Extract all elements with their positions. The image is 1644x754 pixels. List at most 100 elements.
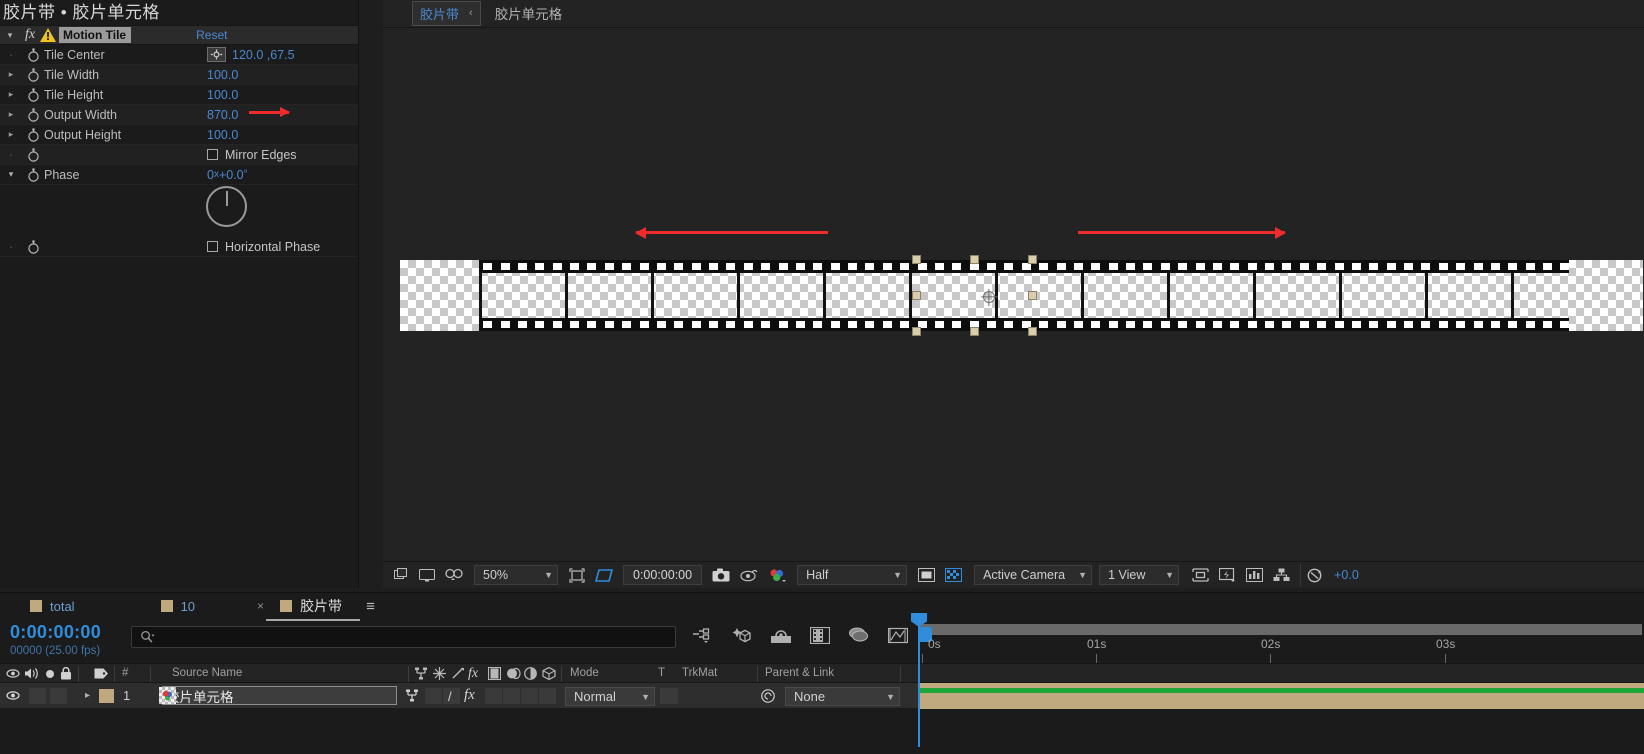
transparency-grid-icon[interactable]	[590, 564, 618, 586]
timeline-zoom-scrollbar[interactable]	[918, 624, 1642, 642]
stopwatch-icon[interactable]	[22, 107, 44, 122]
twirl-icon-phase[interactable]: ▾	[0, 165, 22, 184]
comp-flowchart-icon[interactable]	[1268, 564, 1295, 586]
region-of-interest-icon[interactable]	[564, 564, 590, 586]
property-row-horizontal-phase[interactable]: · Horizontal Phase	[0, 237, 358, 257]
layer-3d-toggle[interactable]	[539, 688, 556, 704]
layer-duration-bar[interactable]	[918, 683, 1644, 709]
shy-layers-icon[interactable]	[692, 627, 712, 644]
selection-handle[interactable]	[912, 291, 921, 300]
layer-expand-twirl-icon[interactable]: ▸	[85, 690, 90, 701]
layer-adjustment-toggle[interactable]	[521, 688, 538, 704]
column-header-mode[interactable]: Mode	[570, 667, 599, 679]
pixel-aspect-correction-icon[interactable]	[1187, 564, 1214, 586]
close-tab-icon[interactable]: ×	[257, 599, 264, 613]
region-preview-icon[interactable]	[913, 564, 940, 586]
mirror-edges-checkbox[interactable]	[207, 149, 218, 160]
comp-tab-active[interactable]: 胶片带 ‹	[412, 0, 481, 26]
phase-degrees-value[interactable]: +0.0	[219, 168, 244, 182]
layer-rasterize-toggle[interactable]	[425, 688, 442, 704]
exposure-value[interactable]: +0.0	[1334, 568, 1359, 582]
tile-height-value[interactable]: 100.0	[207, 88, 238, 102]
comp-tab-secondary[interactable]: 胶片单元格	[495, 3, 563, 23]
output-width-value[interactable]: 870.0	[207, 108, 238, 122]
timeline-icon[interactable]	[1241, 564, 1268, 586]
selection-handle[interactable]	[970, 327, 979, 336]
motion-blur-icon[interactable]	[770, 628, 792, 644]
layer-track-area[interactable]	[918, 683, 1644, 709]
comp-tab-back-chevron-icon[interactable]: ‹	[469, 7, 473, 19]
lock-switch-icon[interactable]	[60, 667, 72, 680]
layer-solo-toggle[interactable]	[50, 688, 67, 704]
layer-t-toggle[interactable]	[660, 688, 678, 704]
composition-mini-flowchart-icon[interactable]	[888, 627, 908, 644]
column-header-number[interactable]: #	[122, 667, 128, 679]
effect-header-motion-tile[interactable]: ▾ fx Motion Tile Reset	[0, 25, 358, 45]
label-color-icon[interactable]	[94, 667, 109, 680]
twirl-icon-output-width[interactable]: ▸	[0, 109, 22, 120]
composition-viewer-stage[interactable]	[383, 27, 1644, 561]
table-row[interactable]: ▸ 1 胶片单元格 / fx Normal ▼ None ▼	[0, 683, 1644, 709]
effect-reset-button[interactable]: Reset	[196, 28, 227, 42]
layer-name-input[interactable]: 胶片单元格	[162, 686, 397, 705]
timeline-tab-total[interactable]: total	[16, 599, 89, 614]
phase-revolutions-value[interactable]: 0	[207, 168, 214, 182]
effect-twirl-icon[interactable]: ▾	[0, 26, 20, 44]
property-row-mirror-edges[interactable]: · Mirror Edges	[0, 145, 358, 165]
layer-mode-select[interactable]: Normal ▼	[565, 687, 655, 706]
layer-audio-toggle[interactable]	[29, 688, 46, 704]
property-row-tile-width[interactable]: ▸ Tile Width 100.0	[0, 65, 358, 85]
property-row-output-width[interactable]: ▸ Output Width 870.0	[0, 105, 358, 125]
layer-parent-select[interactable]: None ▼	[785, 687, 900, 706]
tile-center-picker-icon[interactable]	[207, 47, 226, 62]
property-row-tile-height[interactable]: ▸ Tile Height 100.0	[0, 85, 358, 105]
property-row-tile-center[interactable]: · Tile Center 120.0 , 67.5	[0, 45, 358, 65]
phase-dial-control[interactable]	[206, 186, 247, 227]
views-select[interactable]: 1 View ▼	[1099, 565, 1180, 585]
solo-switch-icon[interactable]	[46, 670, 54, 678]
layer-parent-pickwhip-icon[interactable]	[405, 689, 419, 702]
enable-frame-blending-icon[interactable]	[730, 627, 752, 644]
camera-select[interactable]: Active Camera ▼	[974, 565, 1093, 585]
reset-exposure-icon[interactable]	[1300, 564, 1328, 586]
channel-icon[interactable]	[763, 564, 791, 586]
column-header-parent-link[interactable]: Parent & Link	[765, 667, 834, 679]
property-row-phase[interactable]: ▾ Phase 0 x +0.0 °	[0, 165, 358, 185]
layer-quality-icon[interactable]: /	[448, 689, 452, 704]
toggle-transparency-grid-icon[interactable]	[940, 564, 967, 586]
tile-center-y-value[interactable]: 67.5	[270, 48, 294, 62]
column-header-t[interactable]: T	[658, 667, 665, 679]
selection-handle[interactable]	[912, 255, 921, 264]
layers-stack-icon[interactable]	[848, 627, 870, 644]
zoom-level-select[interactable]: 50% ▼	[474, 565, 558, 585]
layer-frame-blend-toggle[interactable]	[485, 688, 502, 704]
parent-pick-whip-icon[interactable]	[760, 689, 776, 703]
timeline-panel-menu-icon[interactable]: ≡	[366, 598, 375, 615]
layer-motion-blur-toggle[interactable]	[503, 688, 520, 704]
column-header-source-name[interactable]: Source Name	[172, 667, 242, 679]
twirl-icon-tile-width[interactable]: ▸	[0, 69, 22, 80]
horizontal-phase-checkbox[interactable]	[207, 241, 218, 252]
selection-handle[interactable]	[1028, 327, 1037, 336]
layer-label-color[interactable]	[99, 689, 114, 703]
3d-glasses-icon[interactable]	[440, 564, 468, 586]
column-header-trkmat[interactable]: TrkMat	[682, 667, 717, 679]
stopwatch-icon[interactable]	[22, 67, 44, 82]
snapshot-icon[interactable]	[707, 564, 735, 586]
timeline-search-field[interactable]	[131, 626, 676, 648]
current-time-indicator[interactable]	[911, 613, 927, 747]
selection-handle[interactable]	[912, 327, 921, 336]
fx-icon[interactable]: fx	[20, 27, 40, 43]
selection-handle[interactable]	[1028, 255, 1037, 264]
selection-handle[interactable]	[970, 255, 979, 264]
twirl-icon-output-height[interactable]: ▸	[0, 129, 22, 140]
selection-handle[interactable]	[1028, 291, 1037, 300]
stopwatch-icon[interactable]	[22, 239, 44, 254]
viewer-current-time[interactable]: 0:00:00:00	[623, 565, 703, 585]
layer-effects-icon[interactable]: fx	[464, 687, 475, 704]
layer-video-toggle[interactable]	[6, 689, 20, 702]
stopwatch-icon[interactable]	[22, 87, 44, 102]
always-preview-this-view-icon[interactable]	[389, 564, 414, 586]
tile-center-x-value[interactable]: 120.0	[232, 48, 263, 62]
audio-switch-icon[interactable]	[24, 667, 39, 680]
